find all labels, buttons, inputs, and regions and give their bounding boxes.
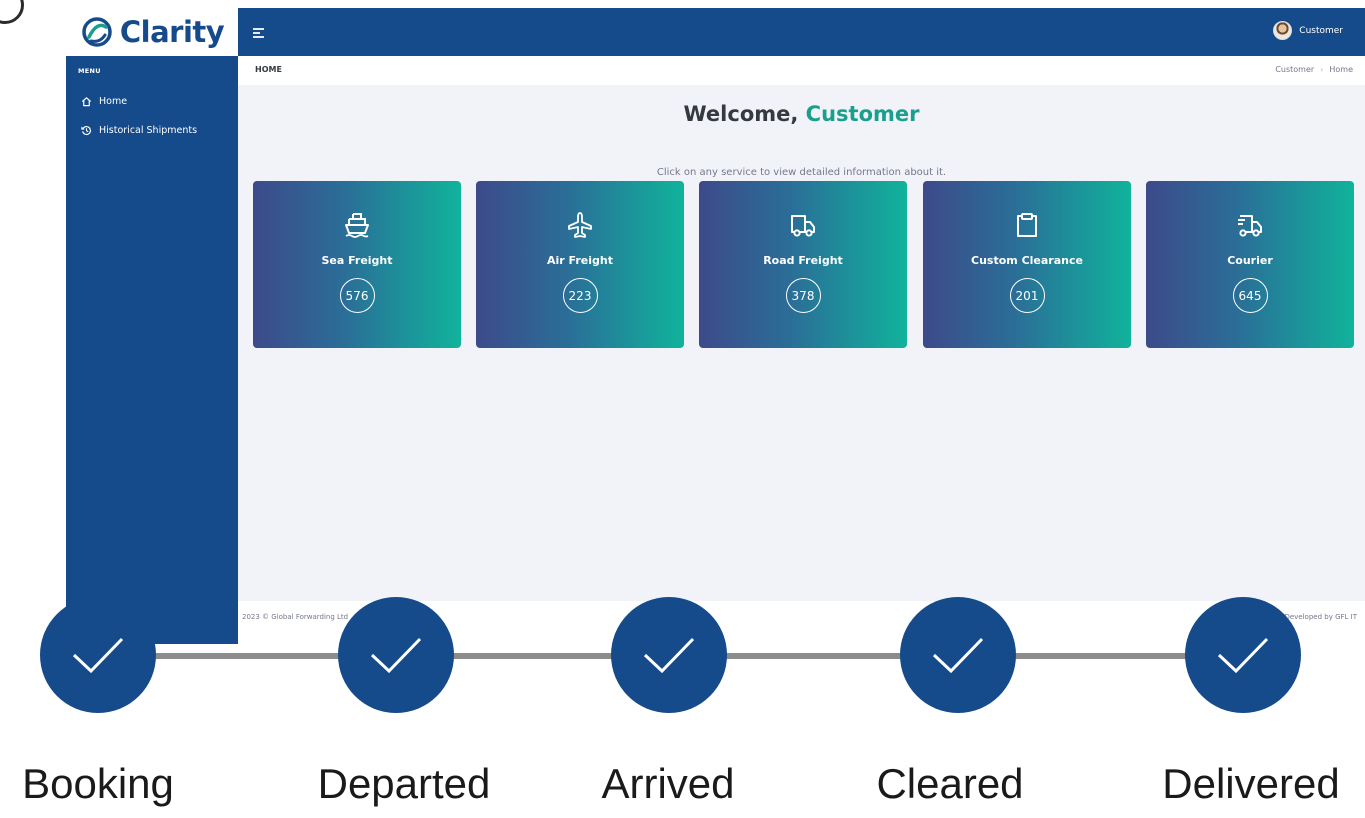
service-card-custom-clearance[interactable]: Custom Clearance 201	[923, 181, 1131, 348]
app-name: Clarity	[119, 15, 225, 49]
service-label: Custom Clearance	[971, 254, 1083, 267]
sidebar-item-historical-shipments[interactable]: Historical Shipments	[81, 125, 197, 136]
tracker-label: Arrived	[601, 760, 735, 807]
service-count: 576	[339, 278, 375, 313]
avatar	[1273, 21, 1293, 40]
service-card-sea-freight[interactable]: Sea Freight 576	[253, 181, 461, 348]
check-icon	[1217, 637, 1269, 674]
breadcrumb: Customer › Home	[1275, 65, 1353, 74]
tracker-label: Delivered	[1162, 760, 1340, 807]
user-menu[interactable]: Customer	[1273, 21, 1343, 40]
tracker-step-booking	[40, 597, 156, 713]
sidebar-item-label: Home	[99, 96, 128, 107]
clarity-logo-icon	[82, 17, 112, 47]
footer-credit: Developed by GFL IT	[1284, 613, 1357, 621]
welcome-user-name: Customer	[805, 102, 920, 126]
app-logo[interactable]: Clarity	[66, 8, 238, 56]
service-count: 645	[1232, 278, 1268, 313]
footer-copyright: 2023 © Global Forwarding Ltd	[242, 613, 349, 621]
check-icon	[643, 637, 695, 674]
service-label: Courier	[1227, 254, 1273, 267]
sidebar: MENU Home Historical Shipments	[66, 56, 238, 644]
tracker-label: Cleared	[876, 760, 1024, 807]
home-icon	[81, 97, 92, 107]
breadcrumb-item[interactable]: Customer	[1275, 65, 1314, 74]
service-card-air-freight[interactable]: Air Freight 223	[476, 181, 684, 348]
welcome-greeting: Welcome,	[683, 102, 799, 126]
service-card-courier[interactable]: Courier 645	[1146, 181, 1354, 348]
truck-icon	[791, 215, 815, 237]
tracker-step-delivered	[1185, 597, 1301, 713]
sidebar-item-home[interactable]: Home	[81, 96, 127, 107]
fast-truck-icon	[1238, 215, 1262, 237]
page-title: HOME	[255, 65, 282, 74]
service-label: Road Freight	[763, 254, 843, 267]
welcome-subtitle: Click on any service to view detailed in…	[656, 167, 947, 178]
welcome-heading: Welcome, Customer	[238, 102, 1365, 126]
sidebar-item-label: Historical Shipments	[99, 125, 198, 136]
tracker-label: Booking	[22, 760, 174, 807]
corner-decoration	[0, 0, 24, 24]
service-count: 223	[562, 278, 598, 313]
page-title-bar: HOME Customer › Home	[238, 56, 1365, 85]
tracker-step-arrived	[611, 597, 727, 713]
breadcrumb-item: Home	[1329, 65, 1353, 74]
service-count: 201	[1009, 278, 1045, 313]
service-card-road-freight[interactable]: Road Freight 378	[699, 181, 907, 348]
ship-icon	[345, 213, 369, 238]
check-icon	[72, 637, 124, 674]
check-icon	[932, 637, 984, 674]
service-label: Air Freight	[547, 254, 613, 267]
clipboard-icon	[1017, 213, 1037, 237]
tracker-step-departed	[338, 597, 454, 713]
history-icon	[81, 126, 91, 136]
breadcrumb-separator: ›	[1320, 65, 1324, 74]
service-label: Sea Freight	[321, 254, 393, 267]
tracker-step-cleared	[900, 597, 1016, 713]
plane-icon	[568, 212, 592, 238]
main-content: HOME Customer › Home Welcome, Customer C…	[238, 56, 1365, 644]
tracker-label: Departed	[317, 760, 491, 807]
service-count: 378	[785, 278, 821, 313]
check-icon	[370, 637, 422, 674]
user-name: Customer	[1299, 25, 1343, 36]
menu-title: MENU	[78, 67, 101, 75]
menu-toggle-icon[interactable]	[253, 28, 264, 40]
